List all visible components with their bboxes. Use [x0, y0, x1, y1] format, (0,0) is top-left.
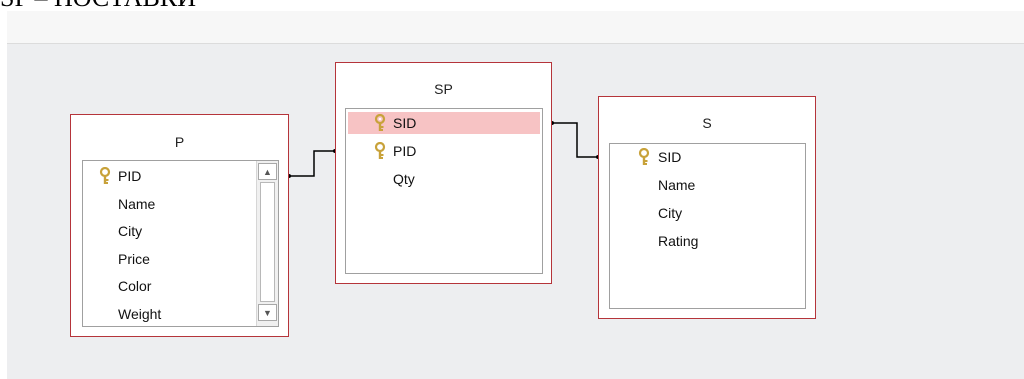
field-row-s-name[interactable]: Name — [610, 174, 805, 196]
field-row-p-weight[interactable]: Weight — [83, 303, 253, 325]
field-label: Name — [118, 195, 156, 212]
table-p-title[interactable]: P — [71, 134, 288, 150]
field-label: PID — [393, 143, 417, 159]
table-p-scrollbar[interactable]: ▲ ▼ — [256, 161, 278, 326]
key-icon — [98, 166, 112, 185]
relationship-line-sp-s[interactable] — [552, 122, 598, 158]
field-row-p-color[interactable]: Color — [83, 275, 253, 297]
key-icon — [373, 141, 387, 160]
field-row-sp-pid[interactable]: PID — [348, 140, 540, 162]
field-label: Weight — [118, 305, 162, 322]
field-row-p-name[interactable]: Name — [83, 193, 253, 215]
scroll-up-arrow-icon[interactable]: ▲ — [258, 163, 277, 180]
field-label: Price — [118, 250, 150, 267]
table-sp-field-list[interactable]: SID PID Qty — [345, 108, 543, 274]
field-label: PID — [118, 168, 142, 184]
field-row-sp-sid[interactable]: SID — [348, 112, 540, 134]
field-label: Qty — [393, 171, 415, 187]
field-label: City — [118, 223, 143, 239]
scroll-down-arrow-icon[interactable]: ▼ — [258, 304, 277, 321]
field-label: Name — [658, 177, 696, 193]
scroll-thumb[interactable] — [260, 182, 275, 302]
table-s-field-list[interactable]: SID Name City Rating — [609, 143, 806, 309]
table-p-field-list[interactable]: PID Name City Price Color Weight ▲ ▼ — [82, 160, 279, 327]
table-s[interactable]: S SID Name City Rating — [598, 96, 816, 319]
key-icon — [637, 147, 651, 166]
field-row-p-pid[interactable]: PID — [83, 165, 253, 187]
table-p[interactable]: P PID Name City Price Color Weight ▲ ▼ — [70, 114, 289, 337]
field-label: City — [658, 205, 683, 221]
relationship-line-p-sp[interactable] — [289, 150, 335, 177]
field-row-p-price[interactable]: Price — [83, 248, 253, 270]
key-icon — [373, 113, 387, 132]
table-sp[interactable]: SP SID PID Qty — [335, 62, 552, 284]
field-label: Color — [118, 278, 152, 294]
table-s-title[interactable]: S — [599, 115, 815, 131]
field-label: SID — [393, 115, 417, 131]
field-row-p-city[interactable]: City — [83, 220, 253, 242]
field-row-s-sid[interactable]: SID — [610, 146, 805, 168]
field-row-sp-qty[interactable]: Qty — [348, 168, 540, 190]
table-sp-title[interactable]: SP — [336, 81, 551, 97]
field-label: Rating — [658, 233, 699, 249]
field-label: SID — [658, 149, 682, 165]
field-row-s-rating[interactable]: Rating — [610, 230, 805, 252]
field-row-s-city[interactable]: City — [610, 202, 805, 224]
